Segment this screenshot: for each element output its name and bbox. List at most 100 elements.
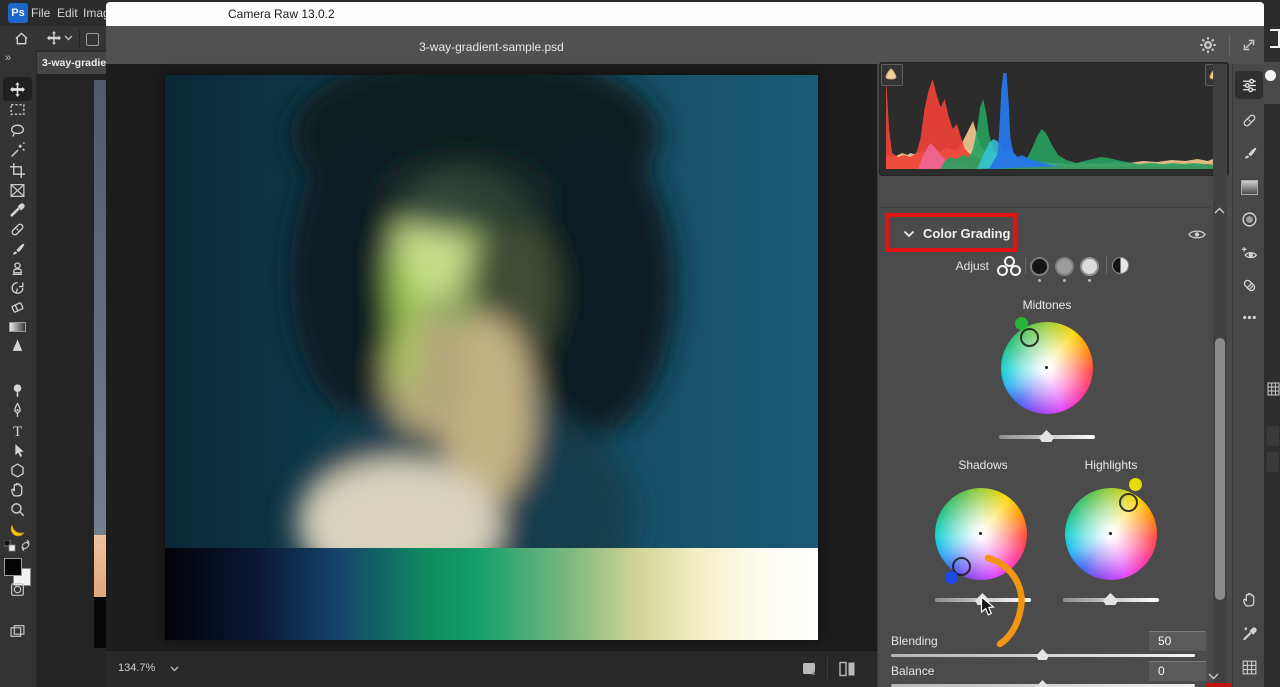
adjust-global-button[interactable] (1112, 257, 1129, 274)
highlights-luminance-thumb[interactable] (1103, 593, 1118, 605)
highlights-hue-selector[interactable] (1119, 493, 1138, 512)
marquee-tool-button[interactable] (9, 101, 27, 119)
shadows-label: Shadows (958, 458, 1008, 472)
path-select-icon (15, 444, 24, 457)
image-canvas[interactable] (106, 64, 877, 650)
shape-tool-button[interactable] (9, 462, 27, 480)
menu-edit[interactable]: Edit (57, 6, 78, 20)
foreground-color-swatch[interactable] (4, 558, 22, 576)
magic-wand-icon (11, 142, 25, 157)
history-brush-tool-button[interactable] (9, 280, 27, 298)
path-select-tool-button[interactable] (9, 442, 27, 460)
histogram-plot (886, 73, 1224, 169)
highlights-active-dot (1088, 279, 1091, 282)
toggle-grid-button[interactable] (1241, 659, 1258, 676)
quick-mask-icon (11, 583, 24, 596)
move-tool-button[interactable] (9, 81, 27, 99)
home-icon[interactable] (14, 31, 29, 46)
edit-panel: Color Grading Adjust Midtones Shadows Hi… (877, 62, 1233, 687)
healing-tool-button[interactable] (1241, 112, 1258, 129)
adjust-midtones-button[interactable] (1055, 257, 1074, 276)
adjust-three-way-button[interactable] (997, 256, 1021, 276)
brush-tool-button[interactable] (9, 241, 27, 259)
gradient-tool-button[interactable] (9, 318, 27, 336)
eyedropper-tool-button[interactable] (9, 202, 27, 220)
menu-file[interactable]: File (31, 6, 50, 20)
chevron-down-icon[interactable] (64, 35, 73, 41)
blending-value-input[interactable]: 50 (1149, 631, 1206, 651)
midtones-hue-selector[interactable] (1020, 328, 1039, 347)
clone-stamp-tool-button[interactable] (9, 260, 27, 278)
histogram[interactable] (879, 62, 1229, 176)
preview-image (165, 75, 818, 640)
type-tool-button[interactable]: T (9, 422, 27, 440)
scroll-down-chevron[interactable] (1208, 673, 1219, 680)
radial-filter-button[interactable] (1241, 211, 1258, 228)
shadow-clipping-indicator[interactable] (881, 64, 903, 86)
hand-tool-button[interactable] (9, 481, 27, 499)
brush-icon (13, 243, 25, 255)
camera-raw-tool-strip (1232, 64, 1265, 687)
spot-healing-icon (11, 223, 24, 236)
scroll-up-chevron[interactable] (1214, 207, 1225, 214)
frame-tool-button[interactable] (9, 182, 27, 200)
highlights-color-wheel[interactable] (1065, 488, 1157, 580)
white-balance-eyedropper-button[interactable] (1241, 625, 1258, 642)
portrait-photo (165, 75, 818, 548)
before-after-view-button[interactable] (839, 661, 856, 677)
gear-icon (1200, 37, 1216, 53)
quick-mask-button[interactable] (9, 581, 27, 599)
zoom-tool-button[interactable] (9, 501, 27, 519)
white-balance-eyedropper-icon (1243, 627, 1257, 641)
photoshop-logo: Ps (8, 3, 28, 23)
midtones-luminance-thumb[interactable] (1039, 430, 1054, 442)
screen-mode-button[interactable] (9, 623, 27, 641)
svg-text:T: T (13, 424, 22, 439)
presets-button[interactable] (1241, 277, 1258, 294)
dock-block (1264, 62, 1280, 104)
camera-raw-title-bar[interactable]: Camera Raw 13.0.2 (106, 2, 1264, 26)
blur-tool-button[interactable] (9, 337, 27, 355)
magic-wand-tool-button[interactable] (9, 142, 27, 160)
lasso-tool-button[interactable] (9, 122, 27, 140)
expand-dialog-button[interactable] (1241, 37, 1257, 53)
settings-gear-button[interactable] (1199, 36, 1217, 54)
pen-tool-button[interactable] (9, 402, 27, 420)
spot-healing-tool-button[interactable] (9, 221, 27, 239)
banana-tool-button[interactable] (9, 521, 27, 539)
auto-select-checkbox[interactable] (86, 33, 99, 46)
midtones-color-wheel[interactable] (1001, 322, 1093, 414)
preview-mode-button[interactable] (802, 662, 817, 676)
edit-tool-button[interactable] (1241, 77, 1258, 94)
toolbar-collapse-button[interactable]: » (5, 52, 11, 64)
swap-colors-icon[interactable] (19, 539, 32, 552)
balance-value-input[interactable]: 0 (1149, 661, 1206, 681)
panel-scrollbar-thumb[interactable] (1215, 338, 1225, 600)
eyedropper-icon (10, 203, 25, 217)
masking-brush-button[interactable] (1241, 145, 1258, 162)
panel-scrollbar[interactable] (1213, 64, 1227, 687)
color-grading-visibility-toggle[interactable] (1188, 228, 1206, 241)
dodge-tool-button[interactable] (9, 382, 27, 400)
photoshop-dock-sliver (1264, 26, 1280, 687)
crop-tool-button[interactable] (9, 162, 27, 180)
healing-bandaid-icon (1243, 114, 1256, 127)
move-tool-options-icon[interactable] (46, 30, 62, 46)
highlights-marker-dot (1129, 478, 1142, 491)
red-highlight-annotation (885, 213, 1017, 252)
more-options-button[interactable] (1241, 309, 1258, 326)
mini-swatches-icon[interactable] (4, 540, 16, 552)
document-tab[interactable]: 3-way-gradien (37, 52, 112, 74)
shadows-active-dot (1038, 279, 1041, 282)
zoom-level-dropdown[interactable]: 134.7% (118, 662, 155, 674)
red-eye-tool-button[interactable] (1241, 244, 1258, 261)
highlights-label: Highlights (1084, 458, 1138, 472)
graduated-filter-button[interactable] (1241, 178, 1258, 195)
chevron-down-icon[interactable] (170, 666, 179, 672)
adjust-highlights-button[interactable] (1080, 257, 1099, 276)
adjust-shadows-button[interactable] (1030, 257, 1049, 276)
divider (79, 30, 80, 48)
open-filename: 3-way-gradient-sample.psd (419, 40, 564, 54)
eraser-tool-button[interactable] (9, 299, 27, 317)
hand-tool-button[interactable] (1241, 591, 1258, 608)
